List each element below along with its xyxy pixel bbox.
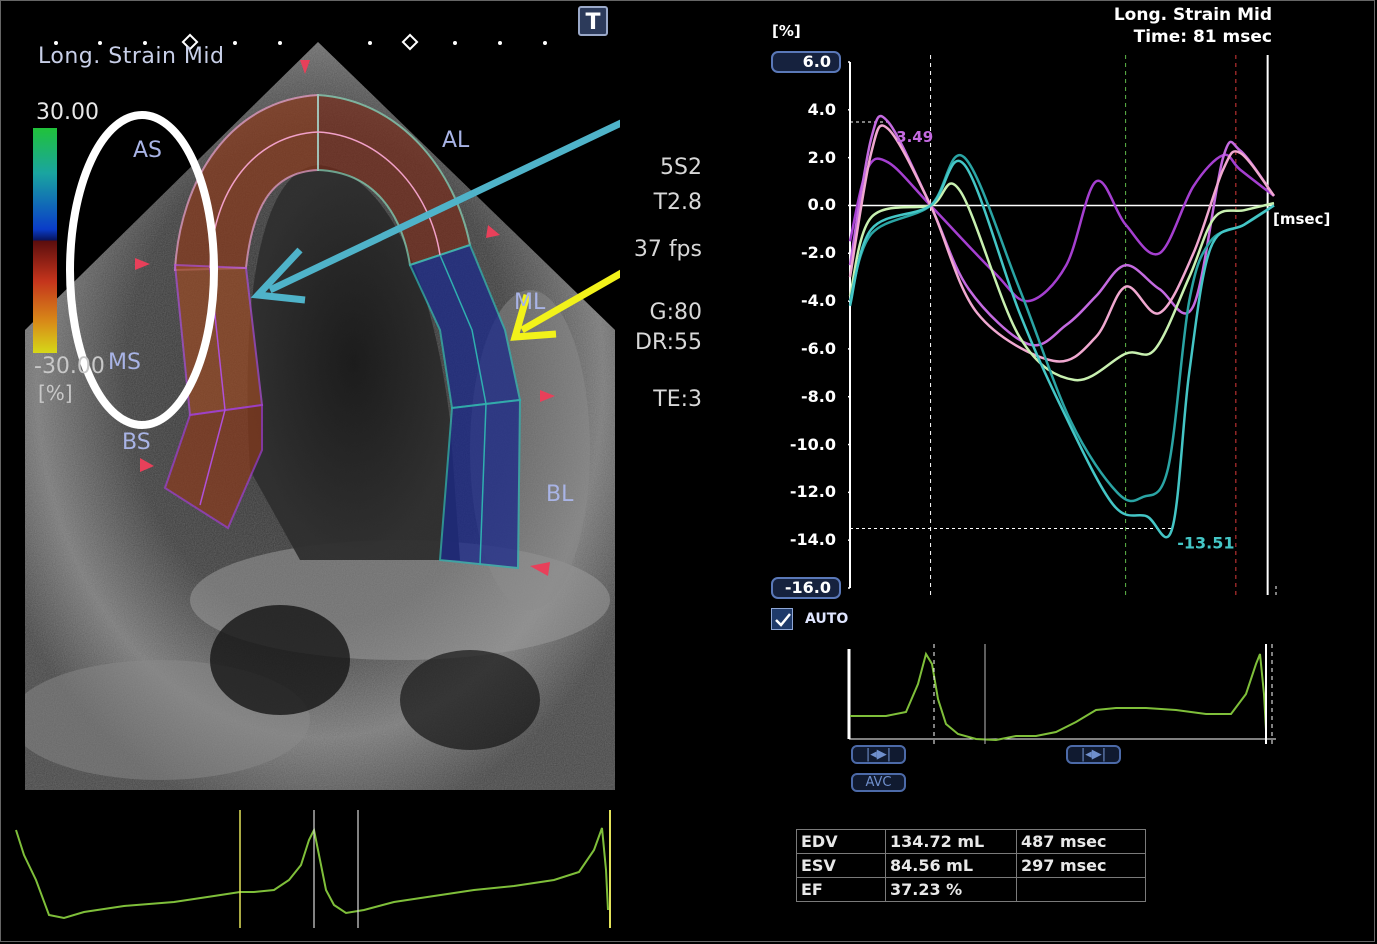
y-tick-label: -14.0 [789, 530, 836, 550]
segment-label-bl: BL [546, 482, 574, 507]
y-tick-label: 0.0 [807, 195, 836, 215]
row-value: 134.72 mL [885, 829, 1017, 854]
segment-label-al: AL [442, 128, 470, 153]
param-dynamic-range: DR:55 [635, 330, 702, 355]
strain-curve-3 [848, 124, 1275, 363]
row-time [1016, 877, 1146, 902]
row-value: 37.23 % [885, 877, 1017, 902]
segment-label-ml: ML [514, 290, 546, 315]
volume-results-table: EDV 134.72 mL 487 msec ESV 84.56 mL 297 … [796, 829, 1146, 902]
checkmark-icon [775, 613, 791, 627]
y-min-button[interactable]: -16.0 [771, 577, 841, 599]
playback-control-left[interactable]: |◂▶| [851, 745, 906, 764]
avc-button[interactable]: AVC [851, 773, 906, 792]
y-tick-label: -2.0 [801, 243, 836, 263]
y-max-button[interactable]: 6.0 [771, 51, 841, 73]
scale-unit-label: [%] [38, 381, 73, 405]
chart-title: Long. Strain Mid [1113, 5, 1272, 25]
param-probe: 5S2 [660, 155, 702, 180]
chart-title-block: Long. Strain Mid Time: 81 msec [1114, 4, 1272, 48]
row-name: ESV [796, 853, 886, 878]
text-toggle-button[interactable]: T [578, 6, 608, 36]
table-row: EDV 134.72 mL 487 msec [796, 829, 1146, 854]
ecg-strip-chart [847, 644, 1276, 744]
param-frame-rate: 37 fps [633, 237, 702, 262]
peak-neg-label: -13.51 [1177, 533, 1234, 552]
y-unit-label: [%] [772, 22, 801, 40]
y-tick-label: -10.0 [789, 434, 836, 454]
scale-max-label: 30.00 [36, 100, 99, 125]
row-value: 84.56 mL [885, 853, 1017, 878]
y-tick-label: -4.0 [801, 291, 836, 311]
y-tick-label: 4.0 [807, 99, 836, 119]
y-tick-label: -12.0 [789, 482, 836, 502]
row-name: EDV [796, 829, 886, 854]
row-time: 297 msec [1016, 853, 1146, 878]
y-tick-label: 2.0 [807, 147, 836, 167]
playback-control-right[interactable]: |◂▶| [1066, 745, 1121, 764]
time-readout: Time: 81 msec [1133, 27, 1272, 47]
segment-label-as: AS [133, 138, 163, 163]
frame-step-icon: |◂▶| [865, 747, 892, 762]
strain-color-scale [33, 128, 57, 353]
row-time: 487 msec [1016, 829, 1146, 854]
auto-checkbox[interactable] [771, 608, 793, 630]
auto-label: AUTO [805, 611, 849, 627]
row-name: EF [796, 877, 886, 902]
strain-curve-6 [848, 159, 1275, 539]
y-tick-label: -8.0 [801, 386, 836, 406]
param-gain: G:80 [649, 300, 702, 325]
strain-curve-2 [848, 114, 1276, 347]
param-tissue: T2.8 [653, 190, 702, 215]
segment-label-bs: BS [122, 430, 151, 455]
table-row: ESV 84.56 mL 297 msec [796, 853, 1146, 878]
frame-step-icon: |◂▶| [1080, 747, 1107, 762]
param-te: TE:3 [653, 387, 702, 412]
strain-chart[interactable]: 3.49 -13.51 [848, 55, 1278, 595]
x-unit-label: [msec] [1273, 210, 1331, 228]
segment-label-ms: MS [108, 350, 141, 375]
peak-pos-label: 3.49 [896, 128, 933, 146]
view-title: Long. Strain Mid [38, 44, 225, 69]
scale-min-label: -30.00 [34, 354, 105, 379]
y-tick-label: -6.0 [801, 338, 836, 358]
table-row: EF 37.23 % [796, 877, 1146, 902]
ecg-strip-main [15, 810, 611, 928]
